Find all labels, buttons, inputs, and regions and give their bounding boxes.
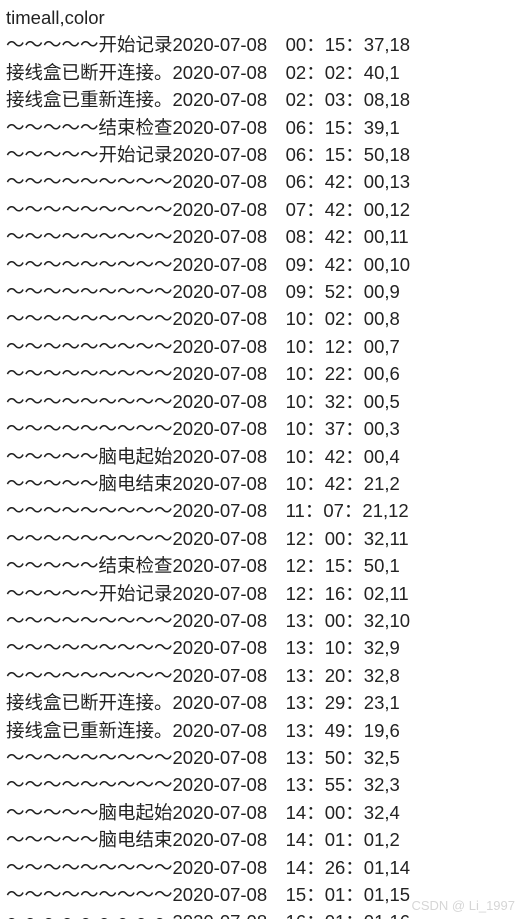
log-row: ～～～～～开始记录2020-07-08 00：15：37,18	[6, 31, 515, 58]
log-row: ～～～～～脑电结束2020-07-08 10：42：21,2	[6, 470, 515, 497]
log-row: ～～～～～～～～～2020-07-08 12：00：32,11	[6, 525, 515, 552]
log-row: ～～～～～～～～～2020-07-08 13：50：32,5	[6, 744, 515, 771]
log-row: ～～～～～开始记录2020-07-08 06：15：50,18	[6, 141, 515, 168]
log-row: ～～～～～～～～～2020-07-08 11：07：21,12	[6, 497, 515, 524]
rows-container: ～～～～～开始记录2020-07-08 00：15：37,18接线盒已断开连接。…	[6, 31, 515, 919]
log-row: ～～～～～～～～～2020-07-08 10：22：00,6	[6, 360, 515, 387]
log-row: ～～～～～～～～～2020-07-08 14：26：01,14	[6, 854, 515, 881]
log-row: ～～～～～脑电起始2020-07-08 10：42：00,4	[6, 443, 515, 470]
log-row: ～～～～～～～～～2020-07-08 13：55：32,3	[6, 771, 515, 798]
log-row: ～～～～～结束检查2020-07-08 12：15：50,1	[6, 552, 515, 579]
header-line: timeall,color	[6, 4, 515, 31]
log-row: ～～～～～～～～～2020-07-08 10：32：00,5	[6, 388, 515, 415]
log-row: ～～～～～脑电起始2020-07-08 14：00：32,4	[6, 799, 515, 826]
log-row: ～～～～～～～～～2020-07-08 10：02：00,8	[6, 305, 515, 332]
log-row: 接线盒已断开连接。2020-07-08 13：29：23,1	[6, 689, 515, 716]
log-row: 接线盒已重新连接。2020-07-08 13：49：19,6	[6, 717, 515, 744]
log-row: ～～～～～脑电结束2020-07-08 14：01：01,2	[6, 826, 515, 853]
log-row: ～～～～～～～～～2020-07-08 07：42：00,12	[6, 196, 515, 223]
log-output: timeall,color ～～～～～开始记录2020-07-08 00：15：…	[0, 0, 521, 919]
log-row: ～～～～～～～～～2020-07-08 09：42：00,10	[6, 251, 515, 278]
log-row: 接线盒已断开连接。2020-07-08 02：02：40,1	[6, 59, 515, 86]
log-row: ～～～～～～～～～2020-07-08 13：10：32,9	[6, 634, 515, 661]
log-row: ～～～～～～～～～2020-07-08 09：52：00,9	[6, 278, 515, 305]
log-row: ～～～～～～～～～2020-07-08 13：00：32,10	[6, 607, 515, 634]
watermark: CSDN @ Li_1997	[411, 898, 515, 913]
log-row: ～～～～～开始记录2020-07-08 12：16：02,11	[6, 580, 515, 607]
log-row: ～～～～～～～～～2020-07-08 06：42：00,13	[6, 168, 515, 195]
log-row: 接线盒已重新连接。2020-07-08 02：03：08,18	[6, 86, 515, 113]
log-row: ～～～～～～～～～2020-07-08 13：20：32,8	[6, 662, 515, 689]
log-row: ～～～～～～～～～2020-07-08 10：12：00,7	[6, 333, 515, 360]
log-row: ～～～～～结束检查2020-07-08 06：15：39,1	[6, 114, 515, 141]
log-row: ～～～～～～～～～2020-07-08 10：37：00,3	[6, 415, 515, 442]
log-row: ～～～～～～～～～2020-07-08 08：42：00,11	[6, 223, 515, 250]
